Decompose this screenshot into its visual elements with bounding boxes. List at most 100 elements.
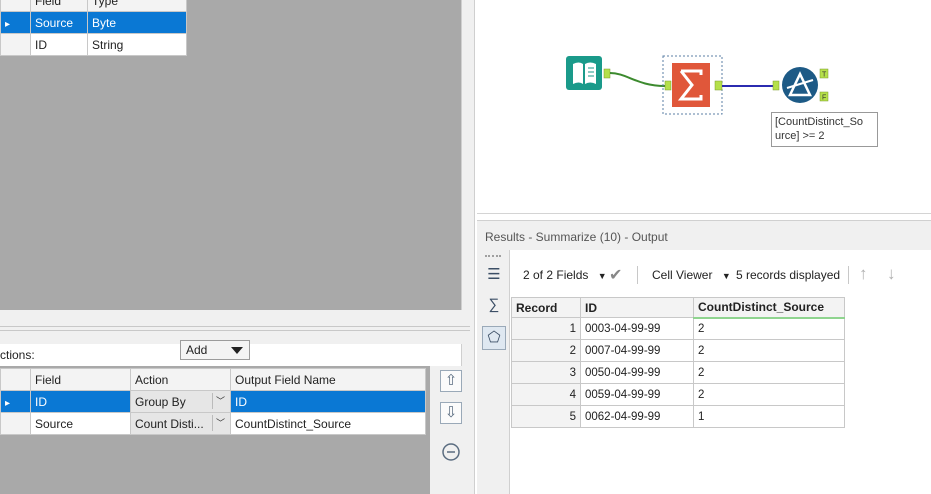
- fields-table: Field Type ▸ Source Byte ID String: [0, 0, 187, 56]
- chevron-down-icon: ▼: [721, 271, 731, 281]
- move-up-button[interactable]: ⇧: [440, 370, 462, 392]
- column-header-field[interactable]: Field: [30, 0, 88, 12]
- column-header-id[interactable]: ID: [580, 297, 694, 318]
- row-arrow-icon: ▸: [5, 18, 11, 30]
- annotation-line: [CountDistinct_So: [775, 116, 864, 128]
- results-title: Results - Summarize (10) - Output: [477, 220, 931, 250]
- record-cell[interactable]: 1: [511, 317, 581, 340]
- arrow-up-icon: ⇧: [444, 372, 458, 389]
- workflow-diagram: T F: [566, 55, 829, 115]
- filter-tool-icon[interactable]: [782, 67, 818, 103]
- arrow-up-icon[interactable]: ↑: [859, 264, 868, 284]
- output-anchor[interactable]: [603, 68, 611, 79]
- id-cell[interactable]: 0059-04-99-99: [580, 383, 694, 406]
- record-cell[interactable]: 2: [511, 339, 581, 362]
- results-table: Record ID CountDistinct_Source 1 0003-04…: [511, 297, 845, 428]
- true-anchor-label: T: [822, 72, 827, 79]
- count-cell[interactable]: 2: [693, 361, 845, 384]
- fields-panel: Field Type ▸ Source Byte ID String: [0, 0, 461, 310]
- fields-count: 2 of 2 Fields: [523, 268, 589, 282]
- fields-selector[interactable]: 2 of 2 Fields ▼: [523, 268, 607, 282]
- table-row[interactable]: 4 0059-04-99-99 2: [511, 383, 845, 406]
- results-side-toolbar: ☰ ∑ ⬠: [477, 250, 510, 494]
- record-cell[interactable]: 5: [511, 405, 581, 428]
- workflow-canvas[interactable]: T F: [477, 0, 931, 214]
- id-cell[interactable]: 0003-04-99-99: [580, 317, 694, 340]
- grip-handle[interactable]: [485, 255, 501, 257]
- table-row[interactable]: Source Count Disti... ﹀ CountDistinct_So…: [0, 412, 426, 435]
- cell-viewer-label: Cell Viewer: [652, 268, 713, 282]
- field-cell[interactable]: ID: [30, 390, 131, 413]
- table-row[interactable]: 5 0062-04-99-99 1: [511, 405, 845, 428]
- table-row[interactable]: 1 0003-04-99-99 2: [511, 317, 845, 340]
- input-anchor[interactable]: [772, 80, 780, 91]
- add-dropdown[interactable]: Add: [180, 340, 250, 360]
- actions-label: ctions:: [0, 348, 35, 362]
- add-label: Add: [186, 343, 208, 357]
- record-cell[interactable]: 4: [511, 383, 581, 406]
- table-row[interactable]: 2 0007-04-99-99 2: [511, 339, 845, 362]
- count-cell[interactable]: 2: [693, 383, 845, 406]
- data-tag-icon[interactable]: ⬠: [482, 326, 506, 350]
- cell-viewer-toggle[interactable]: Cell Viewer ▼: [652, 268, 731, 282]
- chevron-down-icon[interactable]: ﹀: [212, 415, 228, 431]
- id-cell[interactable]: 0007-04-99-99: [580, 339, 694, 362]
- input-tool-icon[interactable]: [566, 56, 602, 90]
- column-header-output[interactable]: Output Field Name: [230, 368, 426, 391]
- output-cell[interactable]: ID: [230, 390, 426, 413]
- type-cell[interactable]: String: [87, 33, 187, 56]
- records-displayed: 5 records displayed: [736, 268, 841, 282]
- table-row[interactable]: ▸ ID Group By ﹀ ID: [0, 390, 426, 413]
- input-anchor[interactable]: [664, 80, 672, 91]
- row-pointer[interactable]: [0, 412, 31, 435]
- count-cell[interactable]: 2: [693, 339, 845, 362]
- output-cell[interactable]: CountDistinct_Source: [230, 412, 426, 435]
- splitter-bar[interactable]: [0, 310, 470, 344]
- row-pointer[interactable]: [0, 33, 31, 56]
- table-row[interactable]: ID String: [0, 33, 187, 56]
- action-select[interactable]: Group By ﹀: [130, 390, 231, 413]
- actions-panel: Field Action Output Field Name ▸ ID Grou…: [0, 366, 430, 494]
- row-header-cell: [0, 368, 31, 391]
- count-cell[interactable]: 1: [693, 405, 845, 428]
- field-cell[interactable]: Source: [30, 11, 88, 34]
- filter-annotation[interactable]: [CountDistinct_So urce] >= 2: [771, 112, 878, 147]
- id-cell[interactable]: 0062-04-99-99: [580, 405, 694, 428]
- minus-circle-icon: [442, 443, 460, 461]
- metadata-icon[interactable]: ∑: [482, 294, 506, 318]
- action-value: Group By: [135, 394, 186, 409]
- column-header-record[interactable]: Record: [511, 297, 581, 318]
- chevron-down-icon[interactable]: ﹀: [212, 393, 228, 409]
- id-cell[interactable]: 0050-04-99-99: [580, 361, 694, 384]
- field-cell[interactable]: ID: [30, 33, 88, 56]
- actions-table: Field Action Output Field Name ▸ ID Grou…: [0, 368, 426, 435]
- results-toolbar: 2 of 2 Fields ▼ ✔ Cell Viewer ▼ 5 record…: [511, 258, 931, 292]
- column-header-action[interactable]: Action: [130, 368, 231, 391]
- row-pointer[interactable]: ▸: [0, 11, 31, 34]
- splitter-line: [0, 330, 470, 331]
- row-header-cell: [0, 0, 31, 12]
- arrow-down-icon[interactable]: ↓: [887, 264, 896, 284]
- remove-button[interactable]: [440, 442, 462, 464]
- count-cell[interactable]: 2: [693, 317, 845, 340]
- action-select[interactable]: Count Disti... ﹀: [130, 412, 231, 435]
- column-header-field[interactable]: Field: [30, 368, 131, 391]
- false-anchor-label: F: [822, 95, 826, 102]
- summarize-tool-icon[interactable]: [672, 63, 710, 107]
- table-row[interactable]: ▸ Source Byte: [0, 11, 187, 34]
- connector-green[interactable]: [609, 72, 666, 87]
- reorder-buttons: ⇧ ⇩: [430, 366, 470, 494]
- output-anchor[interactable]: [714, 80, 723, 91]
- table-row[interactable]: 3 0050-04-99-99 2: [511, 361, 845, 384]
- annotation-line: urce] >= 2: [775, 130, 825, 142]
- table-view-icon[interactable]: ☰: [482, 264, 506, 288]
- check-icon[interactable]: ✔: [609, 265, 622, 285]
- action-value: Count Disti...: [135, 416, 204, 431]
- move-down-button[interactable]: ⇩: [440, 402, 462, 424]
- field-cell[interactable]: Source: [30, 412, 131, 435]
- row-pointer[interactable]: ▸: [0, 390, 31, 413]
- column-header-count[interactable]: CountDistinct_Source: [693, 297, 845, 319]
- record-cell[interactable]: 3: [511, 361, 581, 384]
- type-cell[interactable]: Byte: [87, 11, 187, 34]
- column-header-type[interactable]: Type: [87, 0, 187, 12]
